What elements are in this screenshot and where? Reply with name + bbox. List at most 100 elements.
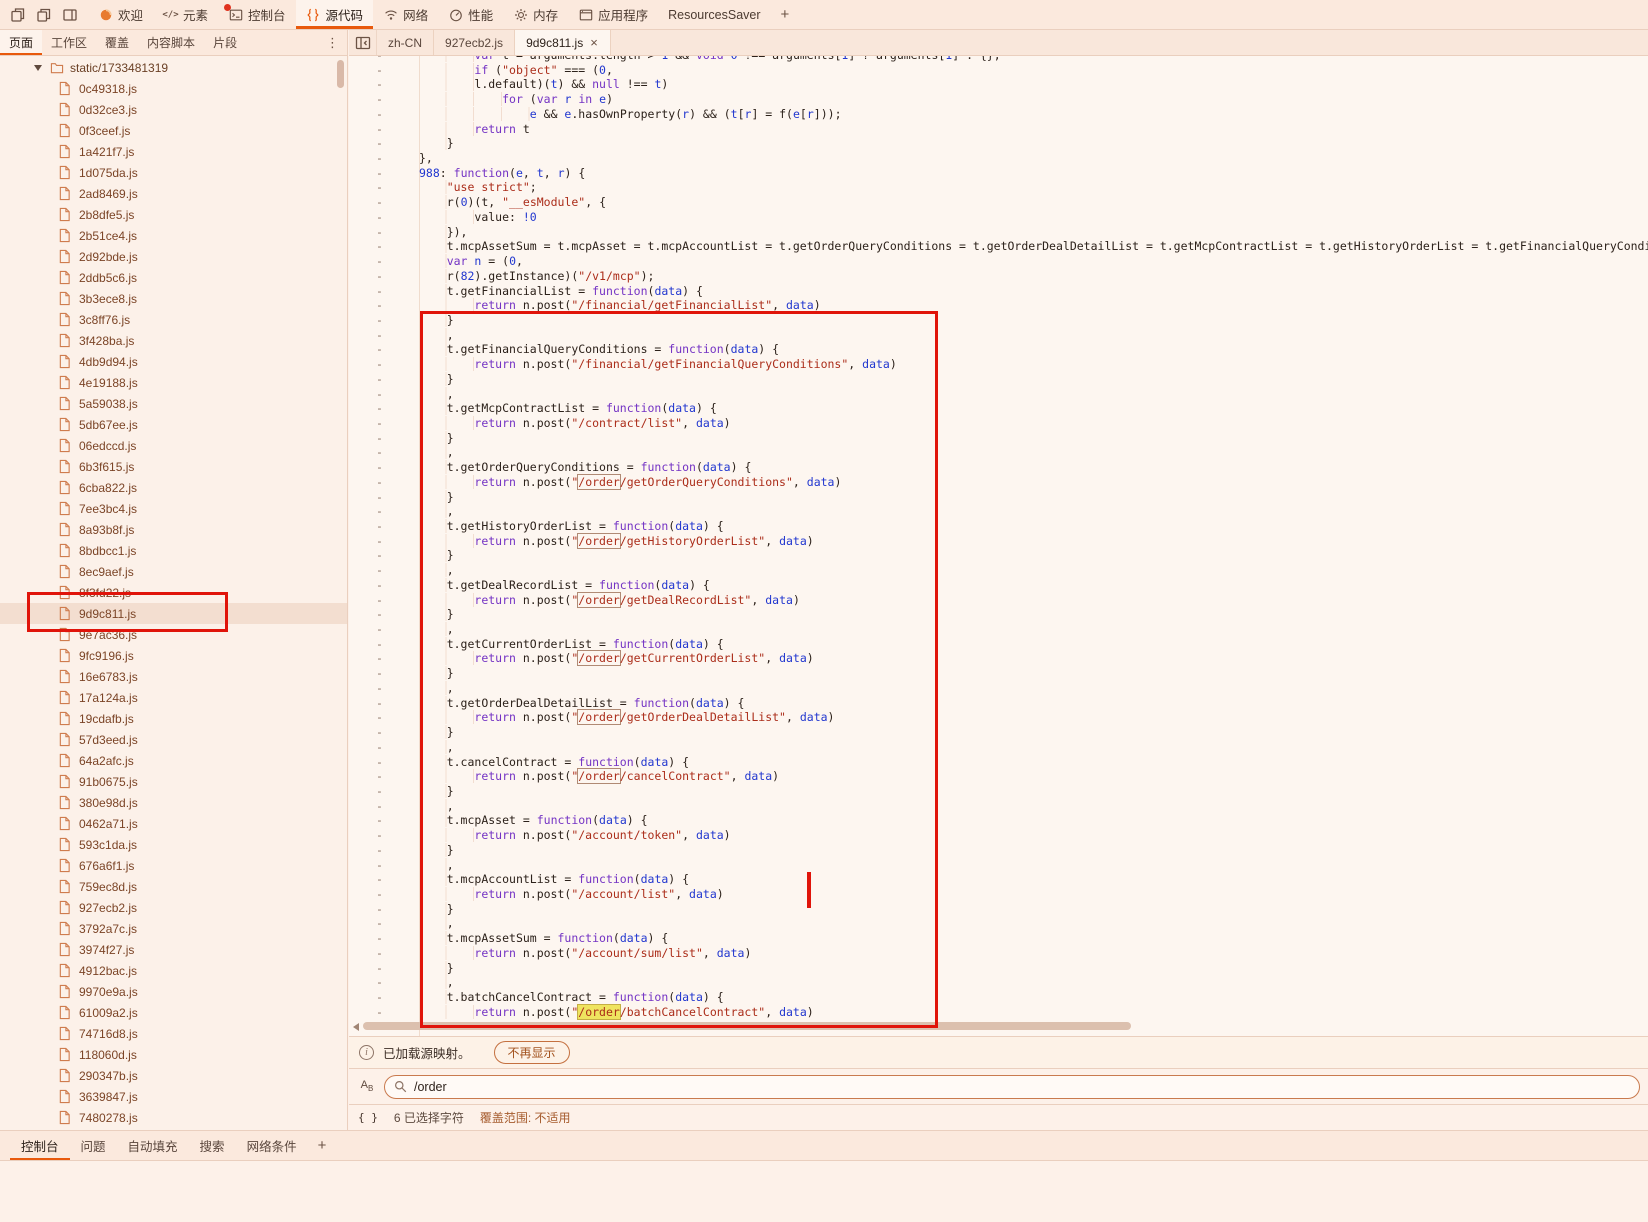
gutter-marker[interactable]: -	[349, 710, 419, 725]
code-text[interactable]: ,	[419, 681, 454, 695]
horizontal-scrollbar-thumb[interactable]	[363, 1022, 1131, 1030]
file-tree-item[interactable]: 5db67ee.js	[0, 414, 347, 435]
devtools-tab-performance[interactable]: 性能	[438, 0, 503, 29]
code-text[interactable]: ,	[419, 445, 454, 459]
code-text[interactable]: return n.post("/financial/getFinancialLi…	[419, 298, 821, 312]
match-case-icon[interactable]: AB	[357, 1079, 377, 1093]
gutter-marker[interactable]: -	[349, 578, 419, 593]
gutter-marker[interactable]: -	[349, 858, 419, 873]
file-tree-item[interactable]: 17a124a.js	[0, 687, 347, 708]
scroll-left-icon[interactable]	[353, 1023, 359, 1031]
file-tree-item[interactable]: 676a6f1.js	[0, 855, 347, 876]
file-tree-item[interactable]: 4e19188.js	[0, 372, 347, 393]
code-text[interactable]: ,	[419, 504, 454, 518]
file-tree-item[interactable]: 3f428ba.js	[0, 330, 347, 351]
code-text[interactable]: return n.post("/order/getOrderQueryCondi…	[419, 475, 841, 489]
gutter-marker[interactable]: -	[349, 225, 419, 240]
code-text[interactable]: e && e.hasOwnProperty(r) && (t[r] = f(e[…	[419, 107, 842, 121]
gutter-marker[interactable]: -	[349, 784, 419, 799]
file-tree-item[interactable]: 290347b.js	[0, 1065, 347, 1086]
close-icon[interactable]: ×	[589, 35, 599, 50]
gutter-marker[interactable]: -	[349, 166, 419, 181]
file-tree-item[interactable]: 3974f27.js	[0, 939, 347, 960]
file-tree-item[interactable]: 0462a71.js	[0, 813, 347, 834]
dock-icon[interactable]	[60, 5, 80, 25]
file-tree-item[interactable]: 8bdbcc1.js	[0, 540, 347, 561]
file-tree-item[interactable]: 759ec8d.js	[0, 876, 347, 897]
file-tree-item[interactable]: 0f3ceef.js	[0, 120, 347, 141]
code-text[interactable]: }	[419, 431, 454, 445]
file-tree-item[interactable]: 2b8dfe5.js	[0, 204, 347, 225]
code-text[interactable]: t.mcpAccountList = function(data) {	[419, 872, 689, 886]
code-text[interactable]: t.getFinancialList = function(data) {	[419, 284, 703, 298]
drawer-tab-搜索[interactable]: 搜索	[189, 1131, 236, 1160]
gutter-marker[interactable]: -	[349, 828, 419, 843]
file-tree-item[interactable]: 4db9d94.js	[0, 351, 347, 372]
navigator-tab-覆盖[interactable]: 覆盖	[96, 30, 138, 55]
file-tree-item[interactable]: 5a59038.js	[0, 393, 347, 414]
code-text[interactable]: t.getDealRecordList = function(data) {	[419, 578, 710, 592]
file-tree-item[interactable]: 9d9c811.js	[0, 603, 347, 624]
tree-scrollbar[interactable]	[337, 60, 345, 120]
gutter-marker[interactable]: -	[349, 534, 419, 549]
gutter-marker[interactable]: -	[349, 180, 419, 195]
code-text[interactable]: return n.post("/order/getOrderDealDetail…	[419, 710, 834, 724]
gutter-marker[interactable]: -	[349, 416, 419, 431]
code-text[interactable]: return n.post("/account/sum/list", data)	[419, 946, 751, 960]
drawer-tab-问题[interactable]: 问题	[70, 1131, 117, 1160]
devtools-tab-console[interactable]: 控制台	[218, 0, 296, 29]
file-tree-item[interactable]: 0c49318.js	[0, 78, 347, 99]
gutter-marker[interactable]: -	[349, 946, 419, 961]
gutter-marker[interactable]: -	[349, 401, 419, 416]
gutter-marker[interactable]: -	[349, 755, 419, 770]
drawer-tab-网络条件[interactable]: 网络条件	[236, 1131, 308, 1160]
code-text[interactable]: var n = (0,	[419, 254, 523, 268]
file-tree-item[interactable]: 64a2afc.js	[0, 750, 347, 771]
devtools-tab-resourcessaver[interactable]: ResourcesSaver	[658, 0, 770, 29]
code-text[interactable]: r(0)(t, "__esModule", {	[419, 195, 606, 209]
code-text[interactable]: },	[419, 151, 433, 165]
code-text[interactable]: l.default)(t) && null !== t)	[419, 77, 668, 91]
devtools-tab-elements[interactable]: </>元素	[153, 0, 218, 29]
navigator-tab-内容脚本[interactable]: 内容脚本	[138, 30, 204, 55]
gutter-marker[interactable]: -	[349, 239, 419, 254]
file-tree-item[interactable]: 380e98d.js	[0, 792, 347, 813]
code-text[interactable]: }	[419, 784, 454, 798]
code-text[interactable]: t.mcpAssetSum = function(data) {	[419, 931, 668, 945]
code-text[interactable]: if ("object" === (0,	[419, 63, 613, 77]
gutter-marker[interactable]: -	[349, 269, 419, 284]
gutter-marker[interactable]: -	[349, 136, 419, 151]
code-text[interactable]: for (var r in e)	[419, 92, 613, 106]
file-tree-item[interactable]: 61009a2.js	[0, 1002, 347, 1023]
code-text[interactable]: return n.post("/order/batchCancelContrac…	[419, 1005, 814, 1019]
file-tree-item[interactable]: 2ad8469.js	[0, 183, 347, 204]
gutter-marker[interactable]: -	[349, 769, 419, 784]
code-text[interactable]: value: !0	[419, 210, 537, 224]
file-tree-item[interactable]: 06edccd.js	[0, 435, 347, 456]
code-text[interactable]: }	[419, 136, 454, 150]
editor-tab-9d9c811.js[interactable]: 9d9c811.js×	[515, 30, 611, 55]
gutter-marker[interactable]: -	[349, 622, 419, 637]
more-panels-button[interactable]: +	[771, 0, 800, 29]
gutter-marker[interactable]: -	[349, 313, 419, 328]
code-text[interactable]: ,	[419, 916, 454, 930]
more-options-icon[interactable]: ⋮	[318, 30, 347, 55]
gutter-marker[interactable]: -	[349, 56, 419, 63]
devtools-tab-network[interactable]: 网络	[373, 0, 438, 29]
gutter-marker[interactable]: -	[349, 342, 419, 357]
file-tree-item[interactable]: 9fc9196.js	[0, 645, 347, 666]
gutter-marker[interactable]: -	[349, 961, 419, 976]
gutter-marker[interactable]: -	[349, 1005, 419, 1020]
gutter-marker[interactable]: -	[349, 387, 419, 402]
gutter-marker[interactable]: -	[349, 490, 419, 505]
code-text[interactable]: t.getOrderQueryConditions = function(dat…	[419, 460, 751, 474]
gutter-marker[interactable]: -	[349, 151, 419, 166]
gutter-marker[interactable]: -	[349, 357, 419, 372]
gutter-marker[interactable]: -	[349, 696, 419, 711]
gutter-marker[interactable]: -	[349, 681, 419, 696]
gutter-marker[interactable]: -	[349, 475, 419, 490]
code-text[interactable]: }	[419, 607, 454, 621]
gutter-marker[interactable]: -	[349, 210, 419, 225]
gutter-marker[interactable]: -	[349, 460, 419, 475]
gutter-marker[interactable]: -	[349, 195, 419, 210]
